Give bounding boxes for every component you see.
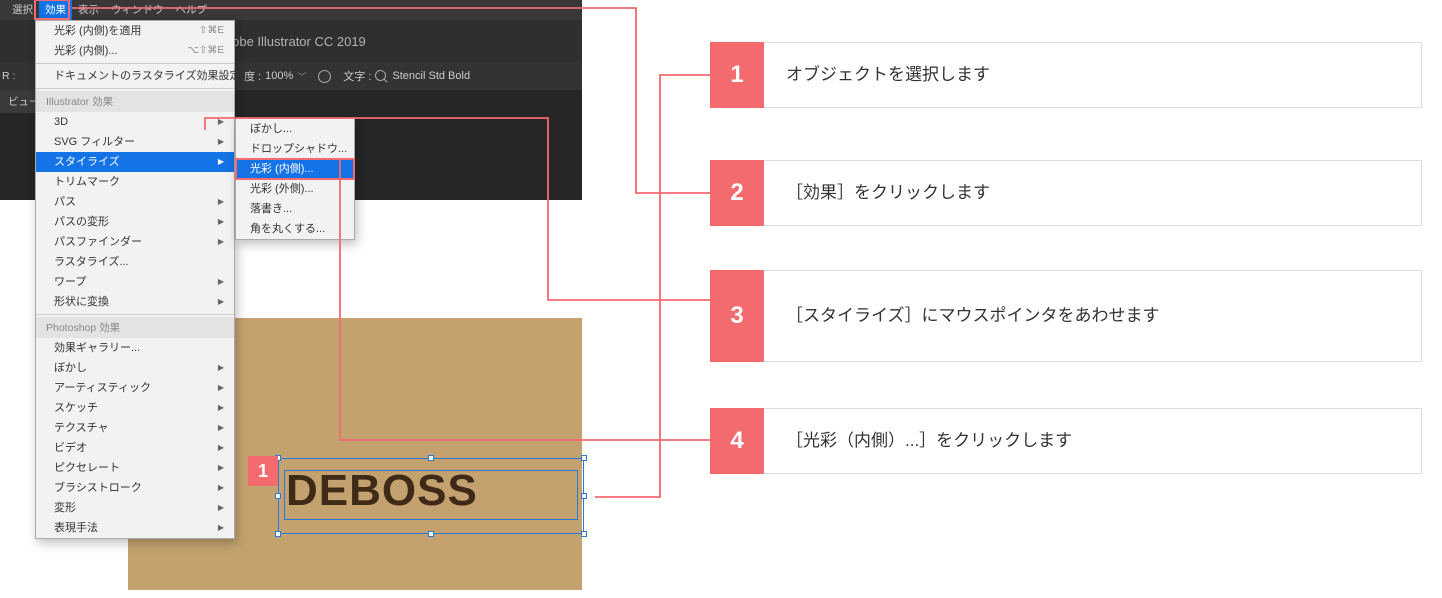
menu-separator: [36, 63, 234, 64]
step-number: 1: [710, 42, 764, 108]
step-text: ［光彩（内側）...］をクリックします: [764, 408, 1422, 474]
menu-item-stylize[interactable]: スタイライズ: [36, 152, 234, 172]
menu-item-effect-gallery[interactable]: 効果ギャラリー...: [36, 338, 234, 358]
menu-item-3d[interactable]: 3D: [36, 112, 234, 132]
menu-window[interactable]: ウィンドウ: [105, 0, 170, 20]
menu-item-doc-raster[interactable]: ドキュメントのラスタライズ効果設定...: [36, 66, 234, 86]
submenu-scribble[interactable]: 落書き...: [236, 199, 354, 219]
menu-item-distort-ps[interactable]: 変形: [36, 498, 234, 518]
menu-item-convert-shape[interactable]: 形状に変換: [36, 292, 234, 312]
step-number: 2: [710, 160, 764, 226]
stencil-text: DEBOSS: [286, 466, 478, 515]
step-text: オブジェクトを選択します: [764, 42, 1422, 108]
chevron-down-icon[interactable]: ﹀: [297, 70, 306, 83]
step-1: 1 オブジェクトを選択します: [710, 42, 1422, 108]
font-name[interactable]: Stencil Std Bold: [392, 70, 470, 82]
step-number: 4: [710, 408, 764, 474]
submenu-inner-glow[interactable]: 光彩 (内側)...: [236, 159, 354, 179]
menu-item-svg-filter[interactable]: SVG フィルター: [36, 132, 234, 152]
menu-item-path[interactable]: パス: [36, 192, 234, 212]
submenu-drop-shadow[interactable]: ドロップシャドウ...: [236, 139, 354, 159]
menu-item-stylize-ps[interactable]: 表現手法: [36, 518, 234, 538]
menu-item-distort[interactable]: パスの変形: [36, 212, 234, 232]
shortcut-hint: R :: [0, 68, 25, 84]
menu-item-sketch[interactable]: スケッチ: [36, 398, 234, 418]
text-label: 文字 :: [343, 68, 371, 84]
step-3: 3 ［スタイライズ］にマウスポインタをあわせます: [710, 270, 1422, 362]
step-4: 4 ［光彩（内側）...］をクリックします: [710, 408, 1422, 474]
menu-separator: [36, 88, 234, 89]
menubar: 選択 効果 表示 ウィンドウ ヘルプ: [0, 0, 582, 20]
menu-item-apply-inner-glow[interactable]: 光彩 (内側)を適用 ⇧⌘E: [36, 21, 234, 41]
search-icon[interactable]: [375, 70, 388, 83]
menu-separator: [36, 314, 234, 315]
menu-help[interactable]: ヘルプ: [170, 0, 214, 20]
menu-view[interactable]: 表示: [72, 0, 105, 20]
menu-item-warp[interactable]: ワープ: [36, 272, 234, 292]
effects-menu: 光彩 (内側)を適用 ⇧⌘E 光彩 (内側)... ⌥⇧⌘E ドキュメントのラス…: [35, 20, 235, 539]
submenu-feather[interactable]: ぼかし...: [236, 119, 354, 139]
submenu-outer-glow[interactable]: 光彩 (外側)...: [236, 179, 354, 199]
step-number: 3: [710, 270, 764, 362]
step-text: ［スタイライズ］にマウスポインタをあわせます: [764, 270, 1422, 362]
opacity-value[interactable]: 100%: [265, 70, 293, 82]
menu-item-trim-marks[interactable]: トリムマーク: [36, 172, 234, 192]
menu-item-rasterize[interactable]: ラスタライズ...: [36, 252, 234, 272]
menu-select[interactable]: 選択: [6, 0, 39, 20]
globe-icon[interactable]: [318, 70, 331, 83]
stylize-submenu: ぼかし... ドロップシャドウ... 光彩 (内側)... 光彩 (外側)...…: [235, 118, 355, 240]
menu-section-illustrator: Illustrator 効果: [36, 91, 234, 112]
menu-item-blur[interactable]: ぼかし: [36, 358, 234, 378]
menu-item-artistic[interactable]: アーティスティック: [36, 378, 234, 398]
menu-effect[interactable]: 効果: [39, 0, 72, 20]
step-text: ［効果］をクリックします: [764, 160, 1422, 226]
menu-item-pathfinder[interactable]: パスファインダー: [36, 232, 234, 252]
menu-item-texture[interactable]: テクスチャ: [36, 418, 234, 438]
menu-item-video[interactable]: ビデオ: [36, 438, 234, 458]
submenu-round-corners[interactable]: 角を丸くする...: [236, 219, 354, 239]
menu-section-photoshop: Photoshop 効果: [36, 317, 234, 338]
marker-badge-1: 1: [248, 456, 278, 486]
text-object[interactable]: DEBOSS: [286, 466, 576, 526]
menu-item-brush[interactable]: ブラシストローク: [36, 478, 234, 498]
menu-item-pixelate[interactable]: ピクセレート: [36, 458, 234, 478]
menu-item-inner-glow-dialog[interactable]: 光彩 (内側)... ⌥⇧⌘E: [36, 41, 234, 61]
step-2: 2 ［効果］をクリックします: [710, 160, 1422, 226]
